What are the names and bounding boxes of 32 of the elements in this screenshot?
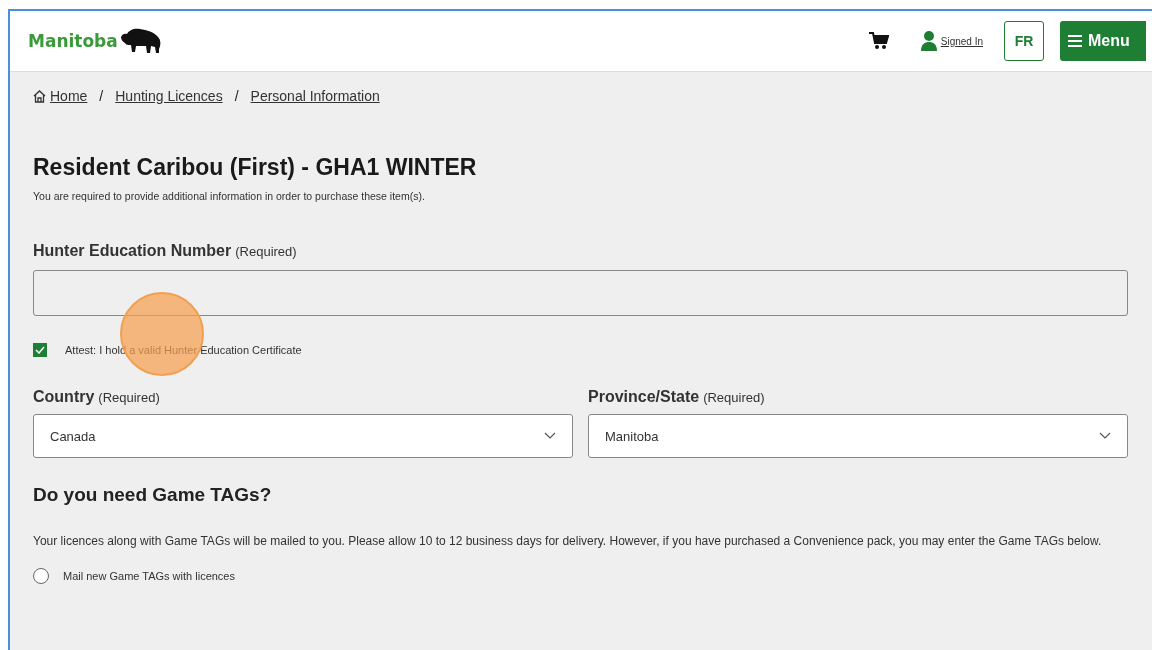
signed-in-link[interactable]: Signed In (940, 35, 983, 47)
page-title: Resident Caribou (First) - GHA1 WINTER (33, 154, 478, 181)
language-button[interactable]: FR (1004, 21, 1044, 61)
attest-checkbox[interactable] (33, 343, 47, 357)
field-label: Country (33, 388, 95, 406)
required-note: (Required) (703, 390, 765, 405)
breadcrumb-link[interactable]: Hunting Licences (115, 88, 223, 104)
required-note: (Required) (235, 244, 297, 259)
dropdown-field[interactable]: Manitoba (588, 414, 1128, 458)
radio-label: Mail new Game TAGs with licences (63, 570, 235, 582)
hunter-education-field[interactable] (33, 270, 1128, 316)
menu-icon (1068, 35, 1082, 47)
bison-icon (119, 28, 162, 54)
home-icon (33, 89, 46, 103)
breadcrumb-link[interactable]: Personal Information (250, 88, 380, 104)
intro-text: You are required to provide additional information in order to purchase these item(s). (33, 190, 426, 202)
game-tags-text: Your licences along with Game TAGs will be mailed to you. Please allow 10 to 12 business days for delivery. However, if you have purchased a Convenience pack, you may enter the Game TAGs below. (33, 533, 1103, 550)
chevron-down-icon (1099, 432, 1111, 440)
menu-button[interactable]: Menu (1060, 21, 1146, 61)
required-note: (Required) (98, 390, 160, 405)
field-label: Hunter Education Number (33, 242, 232, 260)
field-label: Province/State (588, 388, 700, 406)
chevron-down-icon (544, 432, 556, 440)
logo-text[interactable]: Manitoba (28, 31, 118, 51)
breadcrumb-separator: / (234, 88, 239, 104)
section-heading: Do you need Game TAGs? (33, 484, 273, 506)
radio-button[interactable] (33, 568, 49, 584)
breadcrumb-link[interactable]: Home (50, 88, 88, 104)
user-icon (920, 31, 937, 51)
breadcrumb-separator: / (99, 88, 104, 104)
dropdown-field[interactable]: Canada (33, 414, 573, 458)
cart-icon[interactable] (868, 32, 889, 50)
